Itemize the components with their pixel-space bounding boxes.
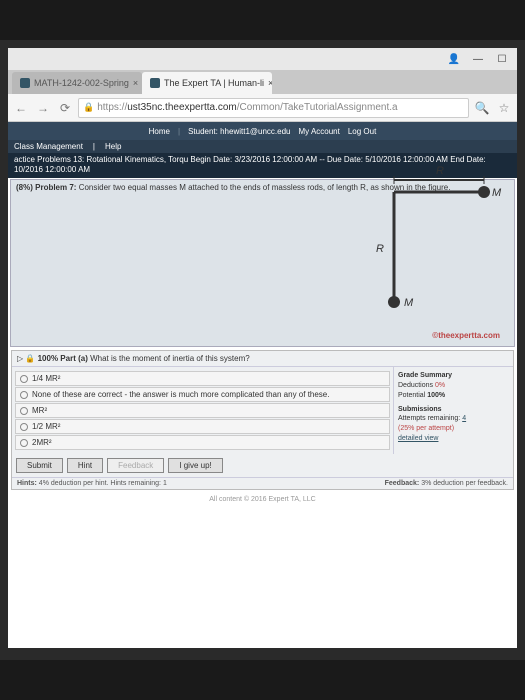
url-protocol: https://	[97, 102, 127, 113]
url-host: ust35nc.theexpertta.com	[127, 102, 237, 113]
favicon-icon	[150, 78, 160, 88]
part-label: Part (a)	[60, 354, 88, 363]
hint-button[interactable]: Hint	[67, 458, 103, 473]
problem-diagram: R M M R ©theexpertta.com	[324, 162, 504, 332]
search-icon[interactable]: 🔍	[473, 99, 491, 117]
begin-date: 3/23/2016 12:00:00 AM	[234, 155, 317, 164]
radio-icon	[20, 391, 28, 399]
part-percent: 100%	[38, 354, 58, 363]
brand-label: ©theexpertta.com	[432, 331, 500, 341]
label-M-bottom: M	[404, 297, 414, 309]
choice-option[interactable]: 2MR²	[15, 435, 390, 450]
nav-student: Student: hhewitt1@uncc.edu	[188, 127, 290, 136]
tab-math-course[interactable]: MATH-1242-002-Spring ×	[12, 72, 142, 94]
lock-icon: 🔒	[83, 102, 94, 113]
radio-icon	[20, 407, 28, 415]
tab-expert-ta[interactable]: The Expert TA | Human-li ×	[142, 72, 272, 94]
problem-box: (8%) Problem 7: Consider two equal masse…	[10, 179, 515, 347]
summary-header: Grade Summary	[398, 371, 509, 381]
user-icon: 👤	[445, 52, 463, 66]
feedback-button: Feedback	[107, 458, 164, 473]
blue-nav-bar: Class Management | Help	[8, 140, 517, 153]
assignment-title: actice Problems 13: Rotational Kinematic…	[14, 155, 188, 164]
window-controls: 👤 — ☐	[8, 48, 517, 70]
back-icon[interactable]: ←	[12, 99, 30, 117]
end-date: 10/2016 12:00:00 AM	[14, 165, 90, 174]
radio-icon	[20, 375, 28, 383]
browser-tabs: MATH-1242-002-Spring × The Expert TA | H…	[8, 70, 517, 94]
radio-icon	[20, 423, 28, 431]
choice-option[interactable]: 1/4 MR²	[15, 371, 390, 386]
close-tab-icon[interactable]: ×	[133, 78, 138, 88]
giveup-button[interactable]: I give up!	[168, 458, 222, 473]
label-R-left: R	[376, 243, 384, 255]
question-header: ▷ 🔒 100% Part (a) What is the moment of …	[12, 351, 513, 367]
submissions-header: Submissions	[398, 405, 509, 415]
label-R-top: R	[436, 165, 444, 177]
submit-button[interactable]: Submit	[16, 458, 63, 473]
site-top-nav: Home | Student: hhewitt1@uncc.edu My Acc…	[8, 122, 517, 140]
maximize-icon[interactable]: ☐	[493, 52, 511, 66]
nav-sep: |	[178, 127, 180, 136]
minimize-icon[interactable]: —	[469, 52, 487, 66]
close-tab-icon[interactable]: ×	[268, 78, 272, 88]
answer-choices: 1/4 MR² None of these are correct - the …	[12, 367, 393, 454]
bookmark-icon[interactable]: ☆	[495, 99, 513, 117]
favicon-icon	[20, 78, 30, 88]
lock-small-icon: 🔒	[25, 354, 35, 363]
begin-label: Begin Date:	[190, 155, 232, 164]
nav-help[interactable]: Help	[105, 142, 121, 151]
question-text: What is the moment of inertia of this sy…	[90, 354, 250, 363]
label-M-top: M	[492, 187, 502, 199]
question-panel: ▷ 🔒 100% Part (a) What is the moment of …	[11, 350, 514, 490]
choice-option[interactable]: 1/2 MR²	[15, 419, 390, 434]
url-input[interactable]: 🔒 https://ust35nc.theexpertta.com/Common…	[78, 98, 469, 118]
page-footer: All content © 2016 Expert TA, LLC	[8, 496, 517, 503]
detailed-view-link[interactable]: detailed view	[398, 434, 509, 444]
nav-class-management[interactable]: Class Management	[14, 142, 83, 151]
choice-option[interactable]: None of these are correct - the answer i…	[15, 387, 390, 402]
radio-icon	[20, 439, 28, 447]
tab-label: The Expert TA | Human-li	[164, 78, 264, 88]
monitor-frame: 👤 — ☐ MATH-1242-002-Spring × The Expert …	[0, 40, 525, 660]
problem-number: (8%) Problem 7:	[16, 183, 76, 192]
button-row: Submit Hint Feedback I give up!	[12, 454, 513, 477]
forward-icon[interactable]: →	[34, 99, 52, 117]
hints-info: Hints: 4% deduction per hint. Hints rema…	[12, 477, 513, 489]
nav-account[interactable]: My Account	[299, 127, 340, 136]
nav-home[interactable]: Home	[149, 127, 170, 136]
address-bar-row: ← → ⟳ 🔒 https://ust35nc.theexpertta.com/…	[8, 94, 517, 122]
grade-summary: Grade Summary Deductions 0% Potential 10…	[393, 367, 513, 454]
nav-logout[interactable]: Log Out	[348, 127, 376, 136]
url-path: /Common/TakeTutorialAssignment.a	[237, 102, 398, 113]
tab-label: MATH-1242-002-Spring	[34, 78, 129, 88]
reload-icon[interactable]: ⟳	[56, 99, 74, 117]
expand-icon[interactable]: ▷	[17, 354, 23, 363]
page-content: Home | Student: hhewitt1@uncc.edu My Acc…	[8, 122, 517, 648]
choice-option[interactable]: MR²	[15, 403, 390, 418]
